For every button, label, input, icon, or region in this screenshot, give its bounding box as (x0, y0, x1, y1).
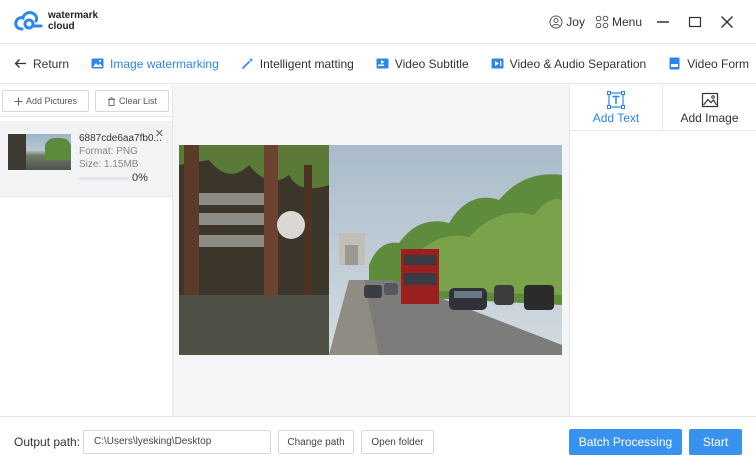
add-text-label: Add Text (592, 110, 640, 125)
cloud-logo-icon (14, 11, 43, 31)
return-button[interactable]: Return (0, 44, 80, 83)
tab-video-format[interactable]: Video Form (657, 44, 756, 83)
image-preview[interactable] (179, 145, 562, 355)
video-format-icon (669, 57, 680, 70)
file-name: 6887cde6aa7fb0... (79, 133, 162, 144)
trash-icon (107, 96, 115, 106)
close-icon (720, 16, 733, 28)
tab-image-watermarking[interactable]: Image watermarking (80, 44, 230, 83)
file-format: Format: PNG (79, 146, 138, 157)
tab-intelligent-matting[interactable]: Intelligent matting (230, 44, 365, 83)
magic-wand-icon (241, 57, 254, 70)
grid-icon (595, 15, 609, 29)
minimize-icon (656, 21, 669, 23)
return-label: Return (33, 56, 70, 71)
output-path-label: Output path: (14, 435, 81, 449)
app-logo: watermark cloud (14, 9, 98, 33)
user-name: Joy (566, 15, 585, 29)
user-icon (549, 15, 563, 29)
video-audio-icon (491, 58, 504, 69)
logo-line1: watermark (48, 10, 99, 21)
change-path-button[interactable]: Change path (278, 430, 354, 454)
tab-video-subtitle[interactable]: Video Subtitle (365, 44, 480, 83)
open-folder-button[interactable]: Open folder (361, 430, 434, 454)
tab-label: Image watermarking (110, 56, 219, 71)
arrow-left-icon (14, 59, 26, 68)
start-button[interactable]: Start (689, 429, 742, 455)
file-progress-bar (79, 177, 129, 180)
file-size: Size: 1.15MB (79, 159, 139, 170)
watermark-options-panel: Add Text Add Image (569, 85, 756, 416)
file-thumbnail (8, 134, 71, 170)
title-bar: watermark cloud Joy Menu (0, 0, 756, 44)
image-icon (91, 58, 104, 69)
add-pictures-label: Add Pictures (25, 96, 78, 106)
street-photo (179, 145, 562, 355)
tab-label: Intelligent matting (259, 56, 354, 71)
image-tool-icon (701, 92, 718, 107)
output-path-field[interactable]: C:\Users\lyesking\Desktop (83, 430, 271, 454)
minimize-button[interactable] (654, 12, 674, 32)
maximize-icon (688, 16, 701, 28)
tab-video-audio-separation[interactable]: Video & Audio Separation (480, 44, 658, 83)
feature-tabs: Return Image watermarking Intelligent ma… (0, 44, 756, 84)
menu-button[interactable]: Menu (595, 15, 642, 29)
file-list-panel: Add Pictures Clear List 6887cde6aa7fb0..… (0, 85, 173, 416)
user-account[interactable]: Joy (549, 15, 585, 29)
plus-icon (14, 97, 23, 105)
menu-label: Menu (611, 15, 642, 29)
tab-label: Video Subtitle (394, 56, 469, 71)
output-bar: Output path: C:\Users\lyesking\Desktop C… (0, 416, 756, 466)
file-progress-text: 0% (132, 172, 148, 184)
add-text-button[interactable]: Add Text (570, 85, 663, 130)
logo-line2: cloud (48, 21, 75, 32)
add-image-button[interactable]: Add Image (663, 85, 756, 130)
preview-area (173, 85, 569, 416)
maximize-button[interactable] (686, 12, 706, 32)
clear-list-label: Clear List (118, 96, 157, 106)
clear-list-button[interactable]: Clear List (95, 90, 169, 112)
tab-label: Video Form (687, 56, 750, 71)
tab-label: Video & Audio Separation (509, 56, 647, 71)
add-pictures-button[interactable]: Add Pictures (2, 90, 89, 112)
remove-file-icon[interactable]: ✕ (155, 127, 164, 140)
close-button[interactable] (718, 12, 738, 32)
batch-processing-button[interactable]: Batch Processing (569, 429, 682, 455)
video-subtitle-icon (376, 58, 389, 69)
list-item[interactable]: 6887cde6aa7fb0... Format: PNG Size: 1.15… (0, 121, 172, 197)
text-tool-icon (607, 90, 625, 109)
add-image-label: Add Image (680, 110, 739, 125)
